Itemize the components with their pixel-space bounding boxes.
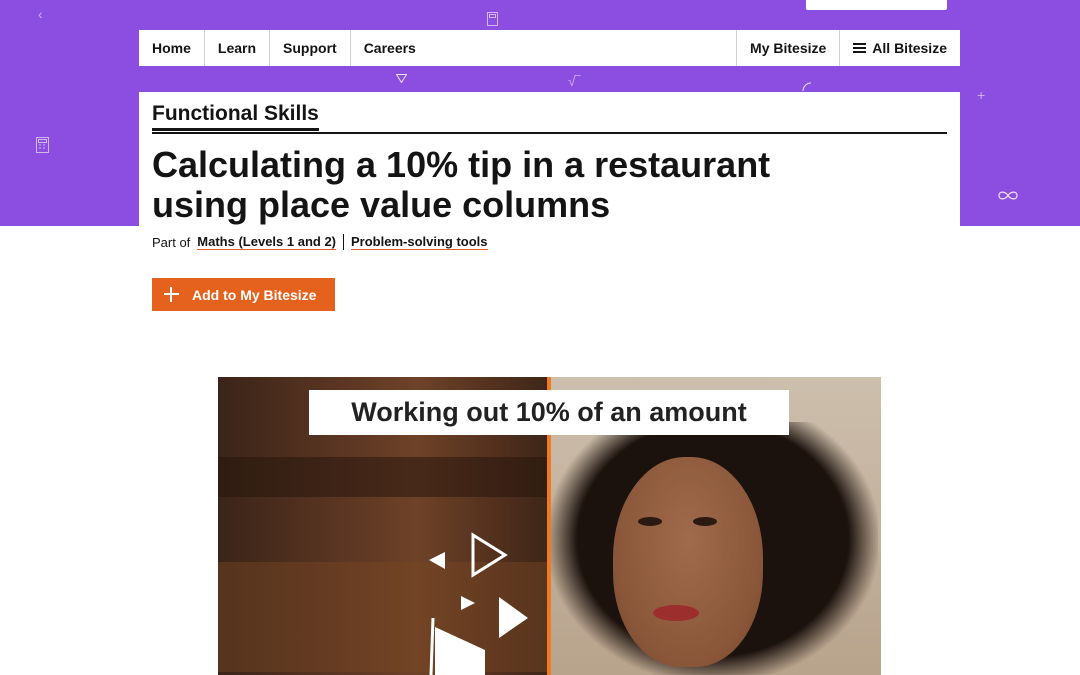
breadcrumb: Part of Maths (Levels 1 and 2) Problem-s… — [152, 234, 488, 250]
subject-heading[interactable]: Functional Skills — [152, 102, 319, 131]
divider — [343, 234, 345, 250]
subject-divider — [152, 132, 947, 134]
plus-icon: + — [977, 87, 986, 103]
link-maths-levels[interactable]: Maths (Levels 1 and 2) — [197, 234, 337, 250]
nav-learn[interactable]: Learn — [205, 30, 271, 66]
video-presenter-face — [613, 457, 763, 667]
part-of-label: Part of — [152, 234, 191, 250]
nav-home[interactable]: Home — [139, 30, 205, 66]
add-to-my-bitesize-button[interactable]: Add to My Bitesize — [152, 278, 335, 311]
nav-all-bitesize-label: All Bitesize — [872, 40, 947, 56]
add-button-label: Add to My Bitesize — [192, 286, 317, 303]
triangle-icon — [396, 74, 407, 83]
nav-my-bitesize[interactable]: My Bitesize — [737, 30, 841, 66]
page-title: Calculating a 10% tip in a restaurant us… — [152, 144, 771, 225]
calculator-icon — [36, 137, 49, 153]
video-player[interactable]: Working out 10% of an amount — [218, 377, 881, 675]
nav-spacer — [429, 30, 738, 66]
nav-careers[interactable]: Careers — [351, 30, 429, 66]
nav-support[interactable]: Support — [270, 30, 351, 66]
link-problem-solving-tools[interactable]: Problem-solving tools — [351, 234, 488, 250]
square-root-icon: √‾ — [568, 73, 581, 89]
plus-icon — [164, 287, 179, 302]
play-icon[interactable] — [423, 532, 563, 675]
infinity-icon — [997, 190, 1019, 201]
page: ‹ √‾ + Home Learn Support Careers My Bit… — [0, 0, 1080, 675]
calculator-icon — [487, 12, 498, 26]
nav-all-bitesize[interactable]: All Bitesize — [840, 30, 960, 66]
chevron-left-icon: ‹ — [38, 6, 43, 22]
video-caption: Working out 10% of an amount — [309, 390, 789, 435]
video-presenter-eye — [693, 517, 717, 526]
video-presenter-mouth — [653, 605, 699, 621]
search-bar[interactable] — [806, 0, 947, 10]
main-nav: Home Learn Support Careers My Bitesize A… — [139, 30, 960, 66]
menu-icon — [853, 41, 867, 55]
arc-icon — [801, 82, 813, 92]
video-presenter-eye — [638, 517, 662, 526]
video-background-shelf — [218, 457, 548, 497]
